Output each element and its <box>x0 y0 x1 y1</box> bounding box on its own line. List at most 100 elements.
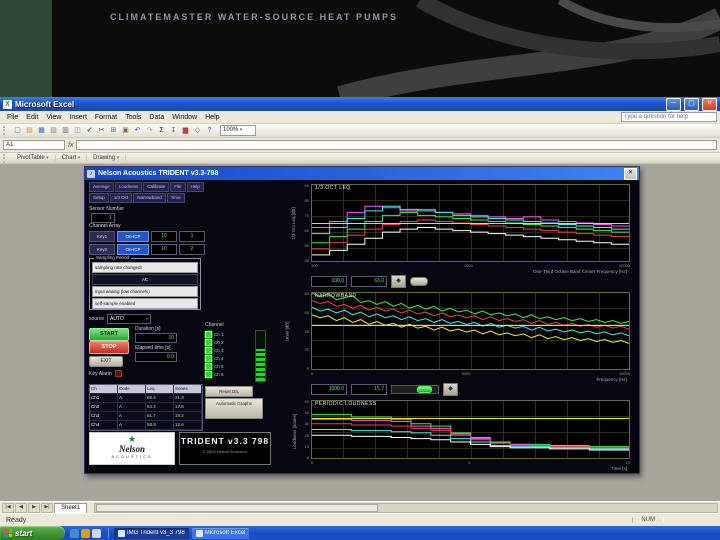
start-button[interactable]: START <box>89 328 129 341</box>
help-input[interactable] <box>621 112 717 122</box>
close-button[interactable]: ✕ <box>702 97 717 111</box>
maximize-button[interactable]: ▢ <box>684 97 699 111</box>
show-desktop-icon[interactable] <box>92 528 101 538</box>
icp-toggle[interactable]: On-ICP <box>117 244 149 255</box>
gain-field[interactable]: 10 <box>151 231 177 242</box>
redo-icon[interactable]: ↷ <box>144 125 155 136</box>
nav-diamond-button[interactable]: ◆ <box>391 275 406 288</box>
toolbar-grip[interactable] <box>3 126 8 135</box>
menu-help[interactable]: Help <box>201 114 223 121</box>
checkbox-icon[interactable] <box>205 346 212 354</box>
value-display[interactable]: 100.0 <box>311 276 347 287</box>
pill-button[interactable] <box>410 277 428 286</box>
fx-icon[interactable]: fx <box>68 142 73 149</box>
duration-field[interactable]: 10 <box>135 333 177 343</box>
minimize-button[interactable]: ─ <box>666 97 681 111</box>
menu-edit[interactable]: Edit <box>22 114 42 121</box>
elapsed-field[interactable]: 0.0 <box>135 352 177 362</box>
tab-last-icon[interactable]: ▶| <box>41 502 53 513</box>
gain-field[interactable]: 10 <box>151 244 177 255</box>
spelling-icon[interactable]: ✔ <box>84 125 95 136</box>
taskbar-task-microsoft-excel[interactable]: Microsoft Excel <box>191 527 250 539</box>
new-icon[interactable]: ▢ <box>12 125 23 136</box>
source-select[interactable]: AUTO <box>107 314 152 324</box>
paste-icon[interactable]: ▣ <box>120 125 131 136</box>
tab-prev-icon[interactable]: ◀ <box>15 502 27 513</box>
sort-asc-icon[interactable]: ↧ <box>168 125 179 136</box>
key-button[interactable]: Key2 <box>89 244 115 255</box>
sampling-row-sampling-rate-changed[interactable]: sampling rate changed! <box>92 262 198 273</box>
menu-file[interactable]: File <box>3 114 22 121</box>
undo-icon[interactable]: ↶ <box>132 125 143 136</box>
menu-tools[interactable]: Tools <box>121 114 145 121</box>
autosum-icon[interactable]: Σ <box>156 125 167 136</box>
plot-area[interactable] <box>311 292 630 370</box>
reset-dl-button[interactable]: Reset D/L <box>205 386 253 397</box>
tab-help[interactable]: Help <box>186 182 204 192</box>
open-icon[interactable]: ▤ <box>24 125 35 136</box>
tab-average[interactable]: Average <box>89 182 114 192</box>
checkbox-icon[interactable] <box>205 354 212 362</box>
sampling-row-self-sample-enabled[interactable]: self-sample enabled <box>92 298 198 309</box>
email-icon[interactable]: ▧ <box>48 125 59 136</box>
checkbox-icon[interactable] <box>205 330 212 338</box>
tab-first-icon[interactable]: |◀ <box>2 502 14 513</box>
tab-narrowband[interactable]: Narrowband <box>133 193 166 203</box>
sensor-number-field[interactable]: 1 <box>91 213 115 223</box>
tab-calibrate[interactable]: Calibrate <box>143 182 170 192</box>
toolbar-item-pivottable[interactable]: PivotTable <box>11 155 56 161</box>
toolbar-item-chart[interactable]: Chart <box>56 155 88 161</box>
slider-knob[interactable] <box>417 386 433 393</box>
sampling-row-ac[interactable]: AC <box>92 274 198 285</box>
browser-icon[interactable] <box>70 528 79 538</box>
channel-field[interactable]: 1 <box>179 231 205 242</box>
checkbox-icon[interactable] <box>205 338 212 346</box>
frequency-slider[interactable] <box>391 385 439 394</box>
zoom-dropdown[interactable]: 100% <box>220 125 256 136</box>
cursor-line[interactable] <box>312 324 629 326</box>
menu-data[interactable]: Data <box>145 114 168 121</box>
save-icon[interactable]: ▦ <box>36 125 47 136</box>
print-icon[interactable]: ▥ <box>60 125 71 136</box>
tab-time[interactable]: Time <box>166 193 185 203</box>
channel-field[interactable]: 2 <box>179 244 205 255</box>
print-preview-icon[interactable]: ◫ <box>72 125 83 136</box>
menu-insert[interactable]: Insert <box>65 114 91 121</box>
plot-area[interactable] <box>311 184 630 262</box>
exit-button[interactable]: EXIT <box>89 356 123 367</box>
cursor-line[interactable] <box>312 223 629 224</box>
menu-format[interactable]: Format <box>91 114 121 121</box>
plot-area[interactable] <box>311 400 630 459</box>
menu-view[interactable]: View <box>42 114 65 121</box>
checkbox-icon[interactable] <box>205 370 212 378</box>
drawing-icon[interactable]: ◇ <box>192 125 203 136</box>
automatic-graphs-button[interactable]: Automatic Graphs <box>205 398 263 419</box>
key-button[interactable]: Key1 <box>89 231 115 242</box>
help-icon[interactable]: ? <box>204 125 215 136</box>
trident-close-icon[interactable]: ✕ <box>624 167 637 180</box>
tab-loudness[interactable]: Loudness <box>114 182 143 192</box>
tab-file[interactable]: File <box>170 182 186 192</box>
start-button[interactable]: start <box>0 526 65 540</box>
tab-setup[interactable]: Setup <box>89 193 109 203</box>
menu-window[interactable]: Window <box>168 114 201 121</box>
value-display[interactable]: 1000.0 <box>311 384 347 395</box>
scrollbar-thumb[interactable] <box>96 503 378 512</box>
tab-1-3-oct[interactable]: 1/3 Oct <box>109 193 133 203</box>
value-display[interactable]: 63.0 <box>351 276 387 287</box>
value-display[interactable]: 15.7 <box>351 384 387 395</box>
tab-next-icon[interactable]: ▶ <box>28 502 40 513</box>
taskbar-task-img-trident-v3-3-798[interactable]: IMG Trident v3_3 798 <box>114 527 189 539</box>
cursor-line[interactable] <box>312 418 629 420</box>
toolbar-item-drawing[interactable]: Drawing <box>87 155 127 161</box>
icp-toggle[interactable]: On-ICP <box>117 231 149 242</box>
mail-icon[interactable] <box>81 528 90 538</box>
checkbox-icon[interactable] <box>205 362 212 370</box>
horizontal-scrollbar[interactable] <box>94 502 718 513</box>
chart-wizard-icon[interactable]: ▆ <box>180 125 191 136</box>
stop-button[interactable]: STOP <box>89 341 129 354</box>
toolbar-grip[interactable] <box>3 153 8 163</box>
nav-diamond-button[interactable]: ◆ <box>443 383 458 396</box>
name-box[interactable]: A1 <box>3 140 65 150</box>
sampling-row-input-analog-low-channels[interactable]: input analog (low channels) <box>92 286 198 297</box>
